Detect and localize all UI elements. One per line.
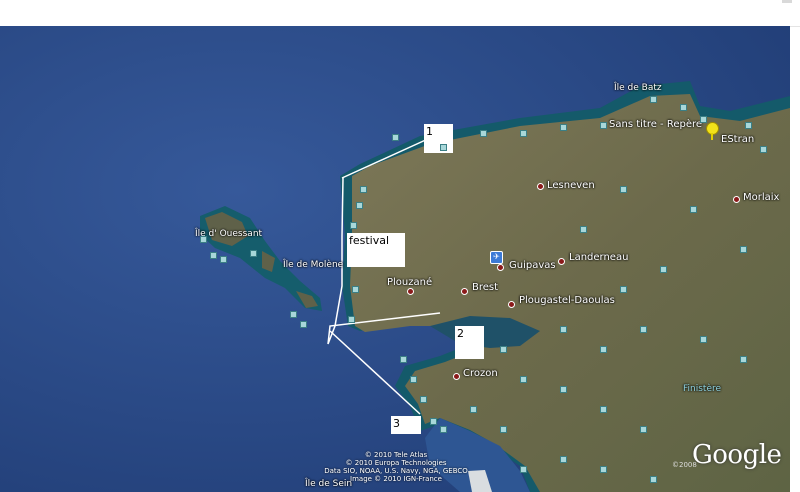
shore-marker	[680, 104, 687, 111]
shore-marker	[700, 336, 707, 343]
label-crozon: Crozon	[463, 368, 498, 379]
shore-marker	[200, 236, 207, 243]
google-logo[interactable]: Google	[692, 440, 782, 470]
shore-marker	[745, 122, 752, 129]
shore-marker	[400, 356, 407, 363]
marker-box-3[interactable]: 3	[391, 416, 421, 434]
copyright-line-2: © 2010 Europa Technologies	[345, 459, 447, 467]
shore-marker	[250, 250, 257, 257]
label-finistere: Finistère	[683, 384, 722, 394]
shore-marker	[600, 122, 607, 129]
label-brest: Brest	[472, 282, 499, 293]
shore-marker	[690, 206, 697, 213]
label-plougastel: Plougastel-Daoulas	[519, 295, 615, 306]
shore-marker	[580, 226, 587, 233]
shore-marker	[290, 311, 297, 318]
shore-marker	[650, 476, 657, 483]
shore-marker	[640, 326, 647, 333]
shore-marker	[420, 396, 427, 403]
top-toolbar	[0, 0, 800, 27]
shore-marker	[560, 326, 567, 333]
shore-marker	[430, 418, 437, 425]
label-ile-de-batz: Île de Batz	[614, 83, 662, 93]
shore-marker	[740, 246, 747, 253]
airport-icon: ✈	[490, 251, 503, 264]
marker-box-1[interactable]: 1	[424, 124, 453, 153]
label-guipavas: Guipavas	[509, 260, 556, 271]
shore-marker	[440, 144, 447, 151]
shore-marker	[356, 202, 363, 209]
shore-marker	[560, 124, 567, 131]
copyright-line-3: Data SIO, NOAA, U.S. Navy, NGA, GEBCO	[324, 467, 468, 475]
city-dot-lesneven	[537, 183, 544, 190]
shore-marker	[500, 426, 507, 433]
shore-marker	[300, 321, 307, 328]
shore-marker	[210, 252, 217, 259]
city-dot-morlaix	[733, 196, 740, 203]
toolbar-edge	[782, 0, 792, 3]
shore-marker	[220, 256, 227, 263]
shore-marker	[520, 130, 527, 137]
marker-box-festival[interactable]: festival	[347, 233, 405, 267]
label-estran[interactable]: EStran	[721, 134, 754, 145]
label-plouzane: Plouzané	[387, 277, 433, 288]
shore-marker	[410, 376, 417, 383]
shore-marker	[470, 406, 477, 413]
marker-box-2[interactable]: 2	[455, 326, 484, 359]
shore-marker	[620, 186, 627, 193]
shore-marker	[650, 96, 657, 103]
shore-marker	[600, 406, 607, 413]
map-copyright: © 2010 Tele Atlas © 2010 Europa Technolo…	[316, 451, 476, 483]
shore-marker	[480, 130, 487, 137]
shore-marker	[352, 286, 359, 293]
label-lesneven: Lesneven	[547, 180, 595, 191]
shore-marker	[560, 456, 567, 463]
shore-marker	[348, 316, 355, 323]
label-molene: Île de Molène	[283, 260, 344, 270]
city-dot-plouzane	[407, 288, 414, 295]
shore-marker	[520, 466, 527, 473]
label-sans-titre[interactable]: Sans titre - Repère	[609, 119, 702, 130]
city-dot-plougastel	[508, 301, 515, 308]
shore-marker	[740, 356, 747, 363]
shore-marker	[760, 146, 767, 153]
copyright-line-4: Image © 2010 IGN-France	[350, 475, 442, 483]
label-landerneau: Landerneau	[569, 252, 629, 263]
shore-marker	[620, 286, 627, 293]
shore-marker	[440, 426, 447, 433]
shore-marker	[660, 266, 667, 273]
shore-marker	[700, 116, 707, 123]
copyright-line-1: © 2010 Tele Atlas	[364, 451, 428, 459]
shore-marker	[350, 222, 357, 229]
shore-marker	[392, 134, 399, 141]
shore-marker	[360, 186, 367, 193]
shore-marker	[640, 426, 647, 433]
shore-marker	[600, 466, 607, 473]
city-dot-crozon	[453, 373, 460, 380]
placemark-pin-icon[interactable]	[706, 122, 719, 140]
shore-marker	[560, 386, 567, 393]
city-dot-brest	[461, 288, 468, 295]
city-dot-landerneau	[558, 258, 565, 265]
city-dot-guipavas	[497, 264, 504, 271]
shore-marker	[600, 346, 607, 353]
shore-marker	[520, 376, 527, 383]
shore-marker	[500, 346, 507, 353]
label-morlaix: Morlaix	[743, 192, 780, 203]
satellite-map[interactable]: Île de Batz Sans titre - Repère EStran L…	[0, 26, 790, 492]
